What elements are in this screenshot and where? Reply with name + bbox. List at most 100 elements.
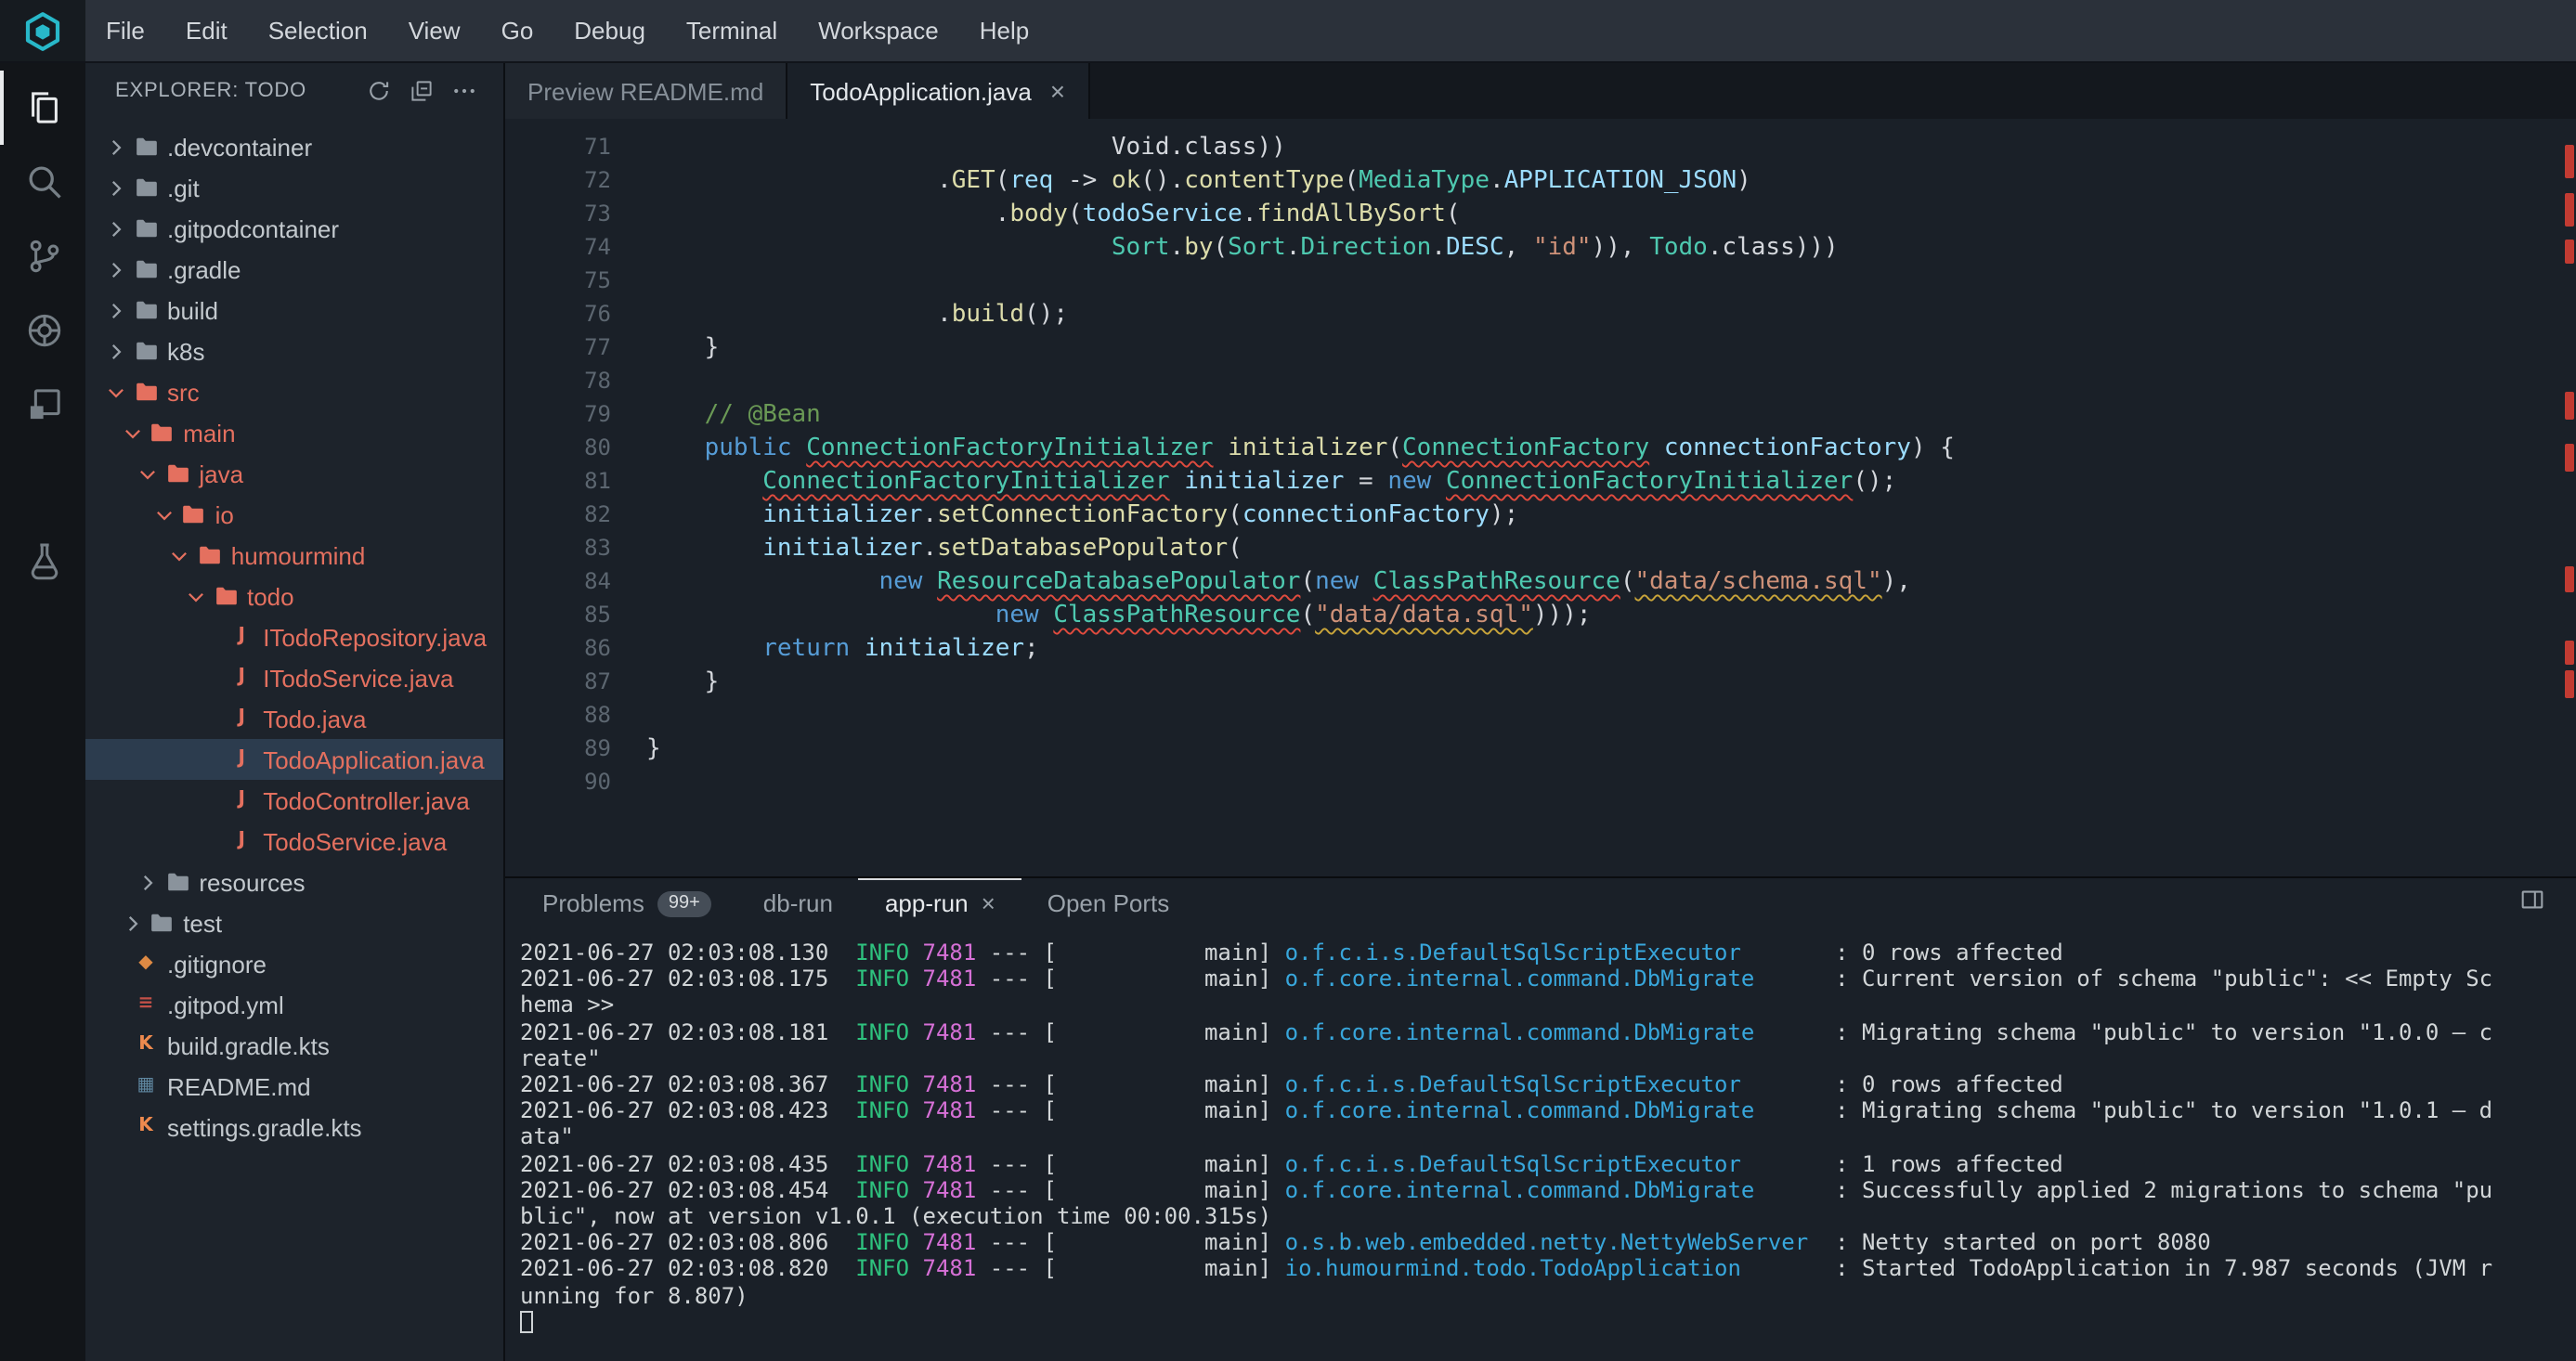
folder-icon: [130, 296, 162, 324]
close-icon[interactable]: ×: [1050, 78, 1065, 104]
code-line[interactable]: 83 initializer.setDatabasePopulator(: [505, 531, 2576, 564]
chevron-right-icon: [102, 337, 130, 365]
layout-icon[interactable]: [0, 368, 85, 442]
tab-todoapplication-java[interactable]: TodoApplication.java×: [787, 63, 1089, 119]
code-token: ->: [1053, 166, 1112, 194]
tree-item-java[interactable]: java: [85, 453, 503, 494]
code-token: [646, 233, 1112, 261]
tree-item-label: TodoController.java: [263, 786, 470, 814]
code-line[interactable]: 82 initializer.setConnectionFactory(conn…: [505, 498, 2576, 531]
code-token: public: [705, 434, 792, 461]
tree-item-todoapplication-java[interactable]: JTodoApplication.java: [85, 739, 503, 780]
search-icon[interactable]: [0, 145, 85, 219]
code-token: (: [1228, 534, 1242, 562]
code-line[interactable]: 75: [505, 264, 2576, 297]
terminal-text: 2021-06-27 02:03:08.181: [520, 1018, 855, 1044]
source-control-icon[interactable]: [0, 219, 85, 293]
code-line[interactable]: 89}: [505, 732, 2576, 765]
code-editor[interactable]: 71 Void.class))72 .GET(req -> ok().conte…: [505, 119, 2576, 876]
menu-view[interactable]: View: [388, 0, 481, 61]
code-line[interactable]: 72 .GET(req -> ok().contentType(MediaTyp…: [505, 163, 2576, 197]
explorer-icon[interactable]: [0, 71, 85, 145]
code-line[interactable]: 78: [505, 364, 2576, 397]
error-ruler-mark: [2565, 193, 2574, 227]
tree-item-readme-md[interactable]: ▦README.md: [85, 1066, 503, 1107]
menu-go[interactable]: Go: [481, 0, 554, 61]
terminal-text: --- [ main]: [976, 966, 1284, 992]
terminal-text: blic", now at version v1.0.1 (execution …: [520, 1203, 1271, 1229]
tree-item-build[interactable]: build: [85, 290, 503, 331]
refresh-icon[interactable]: [366, 78, 392, 104]
close-icon[interactable]: ×: [982, 889, 995, 917]
tree-item-k8s[interactable]: k8s: [85, 331, 503, 371]
tree-item-itodoservice-java[interactable]: JITodoService.java: [85, 657, 503, 698]
panel-tab-app-run[interactable]: app-run×: [859, 878, 1021, 927]
menu-terminal[interactable]: Terminal: [666, 0, 798, 61]
code-line[interactable]: 88: [505, 698, 2576, 732]
code-text: }: [611, 333, 719, 361]
code-line[interactable]: 74 Sort.by(Sort.Direction.DESC, "id")), …: [505, 230, 2576, 264]
menu-file[interactable]: File: [85, 0, 165, 61]
open-panel-in-editor-icon[interactable]: [2518, 886, 2546, 919]
chevron-spacer: [198, 745, 226, 773]
code-line[interactable]: 73 .body(todoService.findAllBySort(: [505, 197, 2576, 230]
code-text: .build();: [611, 300, 1068, 328]
menu-selection[interactable]: Selection: [248, 0, 388, 61]
tests-icon[interactable]: [0, 524, 85, 598]
code-line[interactable]: 71 Void.class)): [505, 130, 2576, 163]
terminal-text: o.f.c.i.s.DefaultSqlScriptExecutor: [1285, 1071, 1741, 1097]
tree-item-gitpodcontainer[interactable]: .gitpodcontainer: [85, 208, 503, 249]
menu-debug[interactable]: Debug: [553, 0, 666, 61]
tree-item-test[interactable]: test: [85, 902, 503, 943]
code-token: new: [878, 567, 922, 595]
tree-item-label: resources: [199, 868, 305, 896]
code-token: "data/data.sql": [1315, 601, 1533, 629]
code-line[interactable]: 80 public ConnectionFactoryInitializer i…: [505, 431, 2576, 464]
tree-item-main[interactable]: main: [85, 412, 503, 453]
tree-item-git[interactable]: .git: [85, 167, 503, 208]
tree-item-todoservice-java[interactable]: JTodoService.java: [85, 821, 503, 862]
code-line[interactable]: 81 ConnectionFactoryInitializer initiali…: [505, 464, 2576, 498]
tree-item-devcontainer[interactable]: .devcontainer: [85, 126, 503, 167]
terminal-output[interactable]: 2021-06-27 02:03:08.130 INFO 7481 --- [ …: [505, 927, 2576, 1361]
terminal-text: INFO: [855, 966, 909, 992]
tree-item-todo-java[interactable]: JTodo.java: [85, 698, 503, 739]
tree-item-build-gradle-kts[interactable]: Kbuild.gradle.kts: [85, 1025, 503, 1066]
code-line[interactable]: 77 }: [505, 331, 2576, 364]
code-token: .class))): [1708, 233, 1839, 261]
tree-item-src[interactable]: src: [85, 371, 503, 412]
more-icon[interactable]: [451, 78, 477, 104]
tree-item-settings-gradle-kts[interactable]: Ksettings.gradle.kts: [85, 1107, 503, 1147]
code-line[interactable]: 84 new ResourceDatabasePopulator(new Cla…: [505, 564, 2576, 598]
remote-icon[interactable]: [0, 293, 85, 368]
code-line[interactable]: 79 // @Bean: [505, 397, 2576, 431]
gitpod-logo[interactable]: [0, 0, 85, 61]
tree-item-todo[interactable]: todo: [85, 576, 503, 616]
tree-item-io[interactable]: io: [85, 494, 503, 535]
menu-help[interactable]: Help: [959, 0, 1050, 61]
code-token: ClassPathResource: [1053, 601, 1300, 629]
tree-item-gradle[interactable]: .gradle: [85, 249, 503, 290]
tab-preview-readme-md[interactable]: Preview README.md: [505, 63, 787, 119]
file-tree[interactable]: .devcontainer.git.gitpodcontainer.gradle…: [85, 119, 503, 1361]
tree-item-gitignore[interactable]: ◆.gitignore: [85, 943, 503, 984]
panel-tab-db-run[interactable]: db-run: [737, 878, 859, 927]
tree-item-humourmind[interactable]: humourmind: [85, 535, 503, 576]
menu-workspace[interactable]: Workspace: [798, 0, 959, 61]
code-line[interactable]: 90: [505, 765, 2576, 798]
terminal-cursor-line: [520, 1309, 2576, 1335]
menu-edit[interactable]: Edit: [165, 0, 248, 61]
panel-tab-open-ports[interactable]: Open Ports: [1021, 878, 1196, 927]
tree-item-itodorepository-java[interactable]: JITodoRepository.java: [85, 616, 503, 657]
tree-item-resources[interactable]: resources: [85, 862, 503, 902]
code-line[interactable]: 85 new ClassPathResource("data/data.sql"…: [505, 598, 2576, 631]
tree-item-gitpod-yml[interactable]: ≡.gitpod.yml: [85, 984, 503, 1025]
line-number: 90: [505, 769, 611, 795]
tree-item-todocontroller-java[interactable]: JTodoController.java: [85, 780, 503, 821]
code-line[interactable]: 87 }: [505, 665, 2576, 698]
code-line[interactable]: 86 return initializer;: [505, 631, 2576, 665]
code-line[interactable]: 76 .build();: [505, 297, 2576, 331]
collapse-all-icon[interactable]: [409, 78, 435, 104]
panel-tab-problems[interactable]: Problems99+: [516, 878, 737, 927]
code-text: initializer.setConnectionFactory(connect…: [611, 500, 1518, 528]
